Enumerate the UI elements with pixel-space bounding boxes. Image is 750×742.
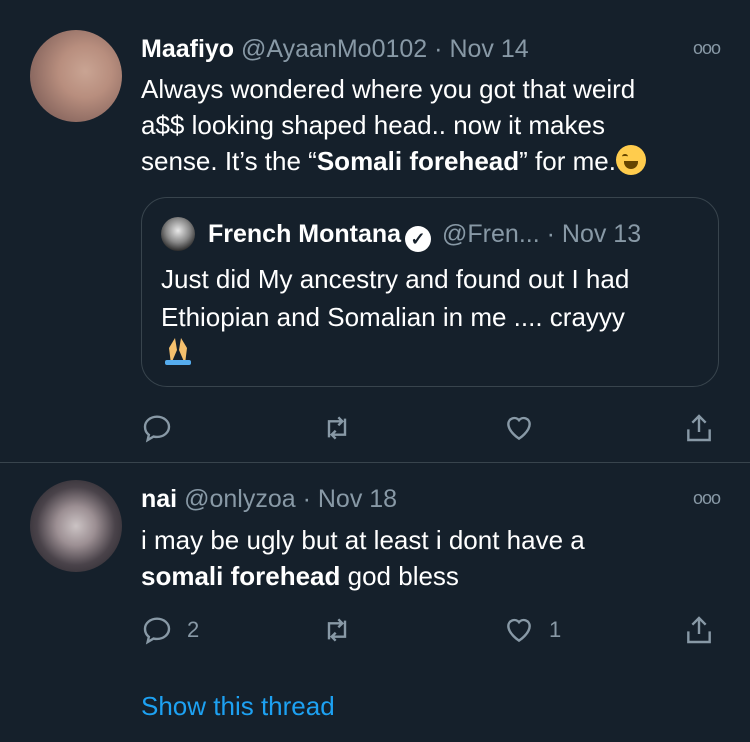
avatar[interactable] [30, 30, 122, 122]
separator-dot: · [546, 220, 555, 248]
tweet-header: Maafiyo @AyaanMo0102 · Nov 14 [141, 34, 529, 64]
tweet-text: i may be ugly but at least i dont have a… [141, 522, 731, 594]
tweet-text-line: Just did My ancestry and found out I had [161, 264, 630, 294]
reply-button[interactable]: 2 [141, 612, 199, 648]
tweet-date[interactable]: Nov 14 [449, 35, 528, 63]
separator-dot: · [434, 35, 443, 63]
text-segment: sense. It’s the “ [141, 146, 317, 176]
quoted-tweet-header: French Montana ✓ @Fren... · Nov 13 [208, 219, 641, 252]
author-name[interactable]: nai [141, 485, 177, 513]
reply-icon [143, 617, 171, 645]
quoted-tweet[interactable]: French Montana ✓ @Fren... · Nov 13 Just d… [141, 197, 719, 387]
heart-icon [507, 618, 531, 643]
share-icon [687, 414, 711, 442]
retweet-icon [327, 618, 347, 642]
retweet-icon [327, 416, 347, 440]
tweet-text-line: i may be ugly but at least i dont have a [141, 525, 585, 555]
bold-text: somali forehead [141, 561, 341, 591]
share-button[interactable] [683, 410, 715, 446]
author-handle[interactable]: @Fren... [442, 220, 540, 248]
reply-button[interactable] [141, 410, 173, 446]
show-thread-link[interactable]: Show this thread [141, 690, 335, 722]
text-segment: god bless [340, 561, 459, 591]
tweet-text-line: a$$ looking shaped head.. now it makes [141, 110, 605, 140]
bold-text: Somali forehead [316, 146, 520, 176]
tweet-date[interactable]: Nov 13 [562, 220, 641, 248]
avatar[interactable] [30, 480, 122, 572]
separator-dot: · [302, 485, 311, 513]
divider [0, 462, 750, 463]
more-options-icon[interactable]: ooo [693, 488, 721, 509]
retweet-button[interactable] [321, 612, 353, 648]
folded-hands-icon [161, 336, 706, 376]
author-name[interactable]: Maafiyo [141, 35, 234, 63]
more-options-icon[interactable]: ooo [693, 38, 721, 59]
tweet-date[interactable]: Nov 18 [318, 485, 397, 513]
tweet-text-line: Always wondered where you got that weird [141, 74, 636, 104]
like-button[interactable] [503, 410, 535, 446]
avatar[interactable] [161, 217, 195, 251]
share-icon [687, 616, 711, 644]
like-count: 1 [549, 617, 562, 642]
reply-count: 2 [187, 617, 200, 642]
tweet-text-line: Ethiopian and Somalian in me .... crayyy [161, 302, 625, 332]
tweet-text: Always wondered where you got that weird… [141, 71, 731, 179]
author-name[interactable]: French Montana [208, 220, 401, 248]
reply-icon [143, 415, 171, 443]
tweet-actions: 2 1 [141, 612, 721, 648]
tweet-actions [141, 410, 721, 446]
heart-icon [507, 416, 531, 441]
author-handle[interactable]: @AyaanMo0102 [241, 35, 427, 63]
share-button[interactable] [683, 612, 715, 648]
face-with-tears-of-joy-icon [615, 145, 646, 175]
quoted-tweet-text: Just did My ancestry and found out I had… [161, 260, 706, 376]
tweet-header: nai @onlyzoa · Nov 18 [141, 484, 397, 514]
verified-badge-icon: ✓ [405, 226, 432, 252]
text-segment: ” for me. [519, 146, 616, 176]
author-handle[interactable]: @onlyzoa [184, 485, 296, 513]
retweet-button[interactable] [321, 410, 353, 446]
tweet-text-line: sense. It’s the “Somali forehead” for me… [141, 143, 731, 179]
like-button[interactable]: 1 [503, 612, 561, 648]
tweet-text-line: somali forehead god bless [141, 558, 731, 594]
